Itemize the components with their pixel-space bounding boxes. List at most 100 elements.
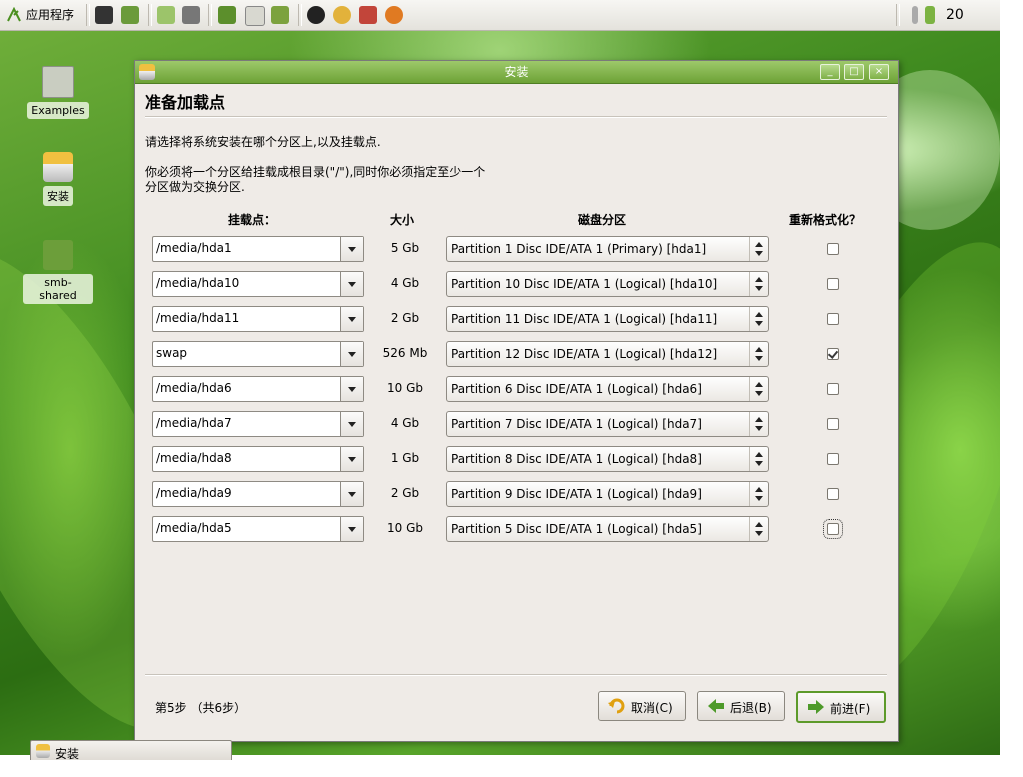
- mount-point-value: /media/hda5: [156, 521, 232, 535]
- partition-value: Partition 9 Disc IDE/ATA 1 (Logical) [hd…: [451, 487, 702, 501]
- spin-arrows-icon: [749, 307, 768, 331]
- mount-point-value: /media/hda9: [156, 486, 232, 500]
- mount-point-value: /media/hda1: [156, 241, 232, 255]
- chevron-down-icon[interactable]: [340, 412, 363, 436]
- table-row: /media/hda6 10 Gb Partition 6 Disc IDE/A…: [135, 376, 898, 402]
- back-button-label: 后退(B): [730, 701, 772, 715]
- partition-select[interactable]: Partition 6 Disc IDE/ATA 1 (Logical) [hd…: [446, 376, 769, 402]
- table-row: /media/hda11 2 Gb Partition 11 Disc IDE/…: [135, 306, 898, 332]
- chevron-down-icon[interactable]: [340, 237, 363, 261]
- mount-point-combo[interactable]: /media/hda5: [152, 516, 364, 542]
- window-title: 安装: [504, 65, 529, 79]
- desktop-icon-examples[interactable]: Examples: [23, 66, 93, 119]
- chevron-down-icon[interactable]: [340, 307, 363, 331]
- column-header-mount: 挂载点：: [228, 213, 277, 227]
- reformat-checkbox[interactable]: [827, 313, 839, 325]
- qq-icon[interactable]: [307, 6, 325, 24]
- install-icon: [43, 152, 73, 182]
- arrow-left-icon: [708, 699, 724, 713]
- chevron-down-icon[interactable]: [340, 517, 363, 541]
- panel-clock[interactable]: 20: [946, 7, 964, 23]
- step-indicator: 第5步 （共6步）: [155, 701, 247, 715]
- partition-value: Partition 8 Disc IDE/ATA 1 (Logical) [hd…: [451, 452, 702, 466]
- partition-select[interactable]: Partition 7 Disc IDE/ATA 1 (Logical) [hd…: [446, 411, 769, 437]
- chevron-down-icon[interactable]: [340, 447, 363, 471]
- forward-button-label: 前进(F): [830, 702, 871, 716]
- reformat-checkbox[interactable]: [827, 278, 839, 290]
- table-row: swap 526 Mb Partition 12 Disc IDE/ATA 1 …: [135, 341, 898, 367]
- spin-arrows-icon: [749, 342, 768, 366]
- mount-point-combo[interactable]: /media/hda10: [152, 271, 364, 297]
- printer-icon[interactable]: [182, 6, 200, 24]
- partition-select[interactable]: Partition 12 Disc IDE/ATA 1 (Logical) [h…: [446, 341, 769, 367]
- undo-arrow-icon: [608, 698, 625, 714]
- network-icon[interactable]: [218, 6, 236, 24]
- cancel-button[interactable]: 取消(C): [598, 691, 686, 721]
- install-icon: [36, 744, 50, 758]
- desktop-icon-install[interactable]: 安装: [23, 152, 93, 206]
- note-text-line1: 你必须将一个分区给挂载成根目录("/"),同时你必须指定至少一个: [145, 165, 486, 179]
- chevron-down-icon[interactable]: [340, 342, 363, 366]
- terminal-icon[interactable]: [95, 6, 113, 24]
- close-button[interactable]: ×: [869, 64, 889, 80]
- chat-icon[interactable]: [333, 6, 351, 24]
- book-icon[interactable]: [271, 6, 289, 24]
- partition-value: Partition 10 Disc IDE/ATA 1 (Logical) [h…: [451, 277, 718, 291]
- screenshot-border: [1000, 0, 1023, 777]
- partition-select[interactable]: Partition 8 Disc IDE/ATA 1 (Logical) [hd…: [446, 446, 769, 472]
- chevron-down-icon[interactable]: [340, 377, 363, 401]
- mount-point-combo[interactable]: /media/hda7: [152, 411, 364, 437]
- partition-value: Partition 12 Disc IDE/ATA 1 (Logical) [h…: [451, 347, 718, 361]
- chevron-down-icon[interactable]: [340, 272, 363, 296]
- mount-point-combo[interactable]: /media/hda1: [152, 236, 364, 262]
- window-titlebar[interactable]: 安装 _ □ ×: [135, 61, 898, 84]
- mount-point-combo[interactable]: /media/hda11: [152, 306, 364, 332]
- partition-select[interactable]: Partition 5 Disc IDE/ATA 1 (Logical) [hd…: [446, 516, 769, 542]
- partition-value: Partition 6 Disc IDE/ATA 1 (Logical) [hd…: [451, 382, 702, 396]
- desktop-icon-label: smb-shared: [23, 274, 93, 304]
- star-icon[interactable]: [359, 6, 377, 24]
- mount-point-value: /media/hda11: [156, 311, 240, 325]
- reformat-checkbox[interactable]: [827, 243, 839, 255]
- folder-icon[interactable]: [121, 6, 139, 24]
- forward-button[interactable]: 前进(F): [796, 691, 886, 723]
- mount-point-combo[interactable]: /media/hda8: [152, 446, 364, 472]
- editor-icon[interactable]: [245, 6, 265, 26]
- volume-icon[interactable]: [912, 6, 918, 24]
- shared-folder-icon: [43, 240, 73, 270]
- desktop-icon-smb-shared[interactable]: smb-shared: [23, 240, 93, 304]
- partition-select[interactable]: Partition 9 Disc IDE/ATA 1 (Logical) [hd…: [446, 481, 769, 507]
- desktop-icon-label: 安装: [43, 186, 73, 206]
- reformat-checkbox[interactable]: [827, 488, 839, 500]
- partition-select[interactable]: Partition 11 Disc IDE/ATA 1 (Logical) [h…: [446, 306, 769, 332]
- spin-arrows-icon: [749, 237, 768, 261]
- reformat-checkbox[interactable]: [827, 418, 839, 430]
- applications-menu-label: 应用程序: [26, 8, 75, 22]
- music-icon[interactable]: [157, 6, 175, 24]
- partition-size: 4 Gb: [390, 416, 420, 430]
- partition-value: Partition 7 Disc IDE/ATA 1 (Logical) [hd…: [451, 417, 702, 431]
- screenshot-border: [0, 760, 1023, 777]
- applications-menu[interactable]: 应用程序: [6, 6, 74, 23]
- minimize-button[interactable]: _: [820, 64, 840, 80]
- partition-select[interactable]: Partition 1 Disc IDE/ATA 1 (Primary) [hd…: [446, 236, 769, 262]
- firefox-icon[interactable]: [385, 6, 403, 24]
- mount-point-combo[interactable]: /media/hda9: [152, 481, 364, 507]
- mount-point-value: /media/hda8: [156, 451, 232, 465]
- mount-point-combo[interactable]: swap: [152, 341, 364, 367]
- partition-select[interactable]: Partition 10 Disc IDE/ATA 1 (Logical) [h…: [446, 271, 769, 297]
- top-panel: 应用程序 20: [0, 0, 1000, 31]
- mount-point-combo[interactable]: /media/hda6: [152, 376, 364, 402]
- back-button[interactable]: 后退(B): [697, 691, 785, 721]
- table-row: /media/hda8 1 Gb Partition 8 Disc IDE/AT…: [135, 446, 898, 472]
- maximize-button[interactable]: □: [844, 64, 864, 80]
- battery-icon: [925, 6, 935, 24]
- reformat-checkbox[interactable]: [827, 453, 839, 465]
- panel-separator: [148, 4, 152, 26]
- spin-arrows-icon: [749, 482, 768, 506]
- reformat-checkbox-checked[interactable]: [827, 348, 839, 360]
- reformat-checkbox[interactable]: [823, 519, 843, 539]
- partition-size: 2 Gb: [390, 311, 420, 325]
- reformat-checkbox[interactable]: [827, 383, 839, 395]
- chevron-down-icon[interactable]: [340, 482, 363, 506]
